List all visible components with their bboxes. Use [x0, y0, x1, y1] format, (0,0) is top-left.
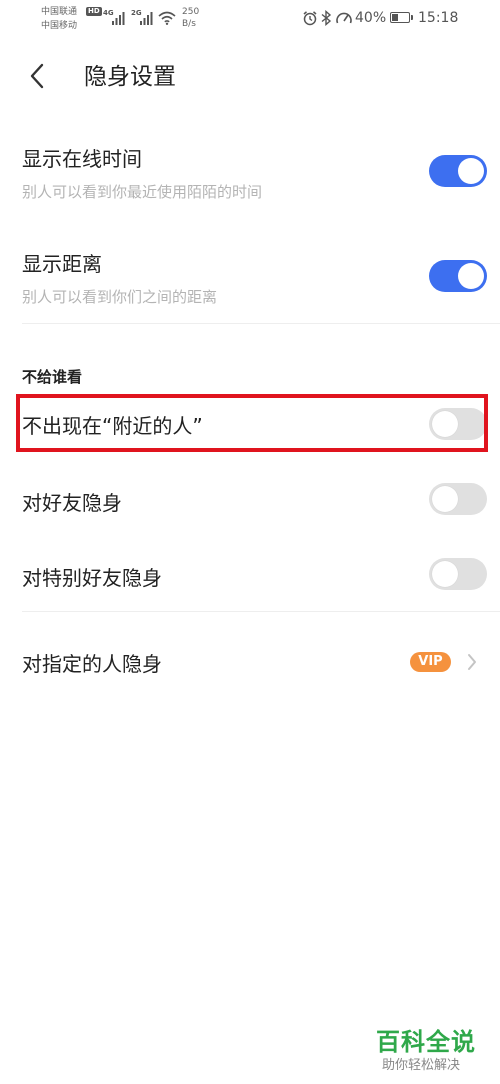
show-distance-toggle[interactable] — [429, 260, 487, 292]
alarm-icon — [303, 11, 317, 26]
setting-title: 显示距离 — [22, 252, 102, 276]
network-speed-unit: B/s — [182, 19, 196, 29]
signal-icon — [140, 12, 153, 25]
wifi-icon — [158, 11, 176, 25]
battery-percent: 40% — [355, 10, 387, 26]
hide-from-special-friends-toggle[interactable] — [429, 558, 487, 590]
page-title: 隐身设置 — [84, 64, 176, 90]
hd-badge: HD — [86, 7, 102, 16]
signal-icon — [112, 12, 125, 25]
divider — [22, 611, 500, 612]
vip-badge: VIP — [410, 652, 451, 672]
chevron-left-icon — [30, 63, 44, 89]
show-online-time-toggle[interactable] — [429, 155, 487, 187]
speed-meter-icon — [336, 12, 352, 24]
setting-title: 对好友隐身 — [22, 491, 122, 515]
chevron-right-icon — [468, 654, 476, 670]
setting-row-hide-from-friends: 对好友隐身 — [0, 470, 500, 530]
bluetooth-icon — [321, 10, 332, 26]
setting-description: 别人可以看到你们之间的距离 — [22, 288, 218, 306]
toggle-knob — [458, 158, 484, 184]
toggle-knob — [432, 411, 458, 437]
battery-icon — [390, 12, 413, 23]
watermark-title: 百科全说 — [376, 1028, 476, 1056]
section-label: 不给谁看 — [22, 368, 83, 386]
toggle-knob — [432, 561, 458, 587]
battery-level — [392, 14, 398, 21]
watermark-subtitle: 助你轻松解决 — [382, 1058, 461, 1073]
toggle-knob — [458, 263, 484, 289]
setting-title: 不出现在“附近的人” — [22, 414, 203, 438]
screen: 中国联通 中国移动 HD 4G 2G 250 B/s 40% 15:18 隐身设… — [0, 0, 500, 1084]
status-bar: 中国联通 中国移动 HD 4G 2G 250 B/s 40% 15:18 — [0, 0, 500, 40]
setting-row-show-distance: 显示距离 别人可以看到你们之间的距离 — [0, 235, 500, 325]
hide-from-nearby-toggle[interactable] — [429, 408, 487, 440]
setting-row-show-online-time: 显示在线时间 别人可以看到你最近使用陌陌的时间 — [0, 130, 500, 220]
toggle-knob — [432, 486, 458, 512]
setting-row-hide-from-special-friends: 对特别好友隐身 — [0, 545, 500, 605]
setting-title: 对指定的人隐身 — [22, 652, 162, 676]
setting-description: 别人可以看到你最近使用陌陌的时间 — [22, 183, 263, 201]
hide-from-friends-toggle[interactable] — [429, 483, 487, 515]
back-button[interactable] — [20, 58, 60, 98]
carrier-name-2: 中国移动 — [41, 21, 78, 31]
divider — [22, 323, 500, 324]
setting-row-hide-from-nearby: 不出现在“附近的人” — [0, 396, 500, 452]
carrier-name-1: 中国联通 — [41, 7, 78, 17]
setting-title: 对特别好友隐身 — [22, 566, 162, 590]
setting-title: 显示在线时间 — [22, 147, 142, 171]
network-speed-value: 250 — [182, 7, 200, 17]
clock: 15:18 — [418, 10, 459, 26]
